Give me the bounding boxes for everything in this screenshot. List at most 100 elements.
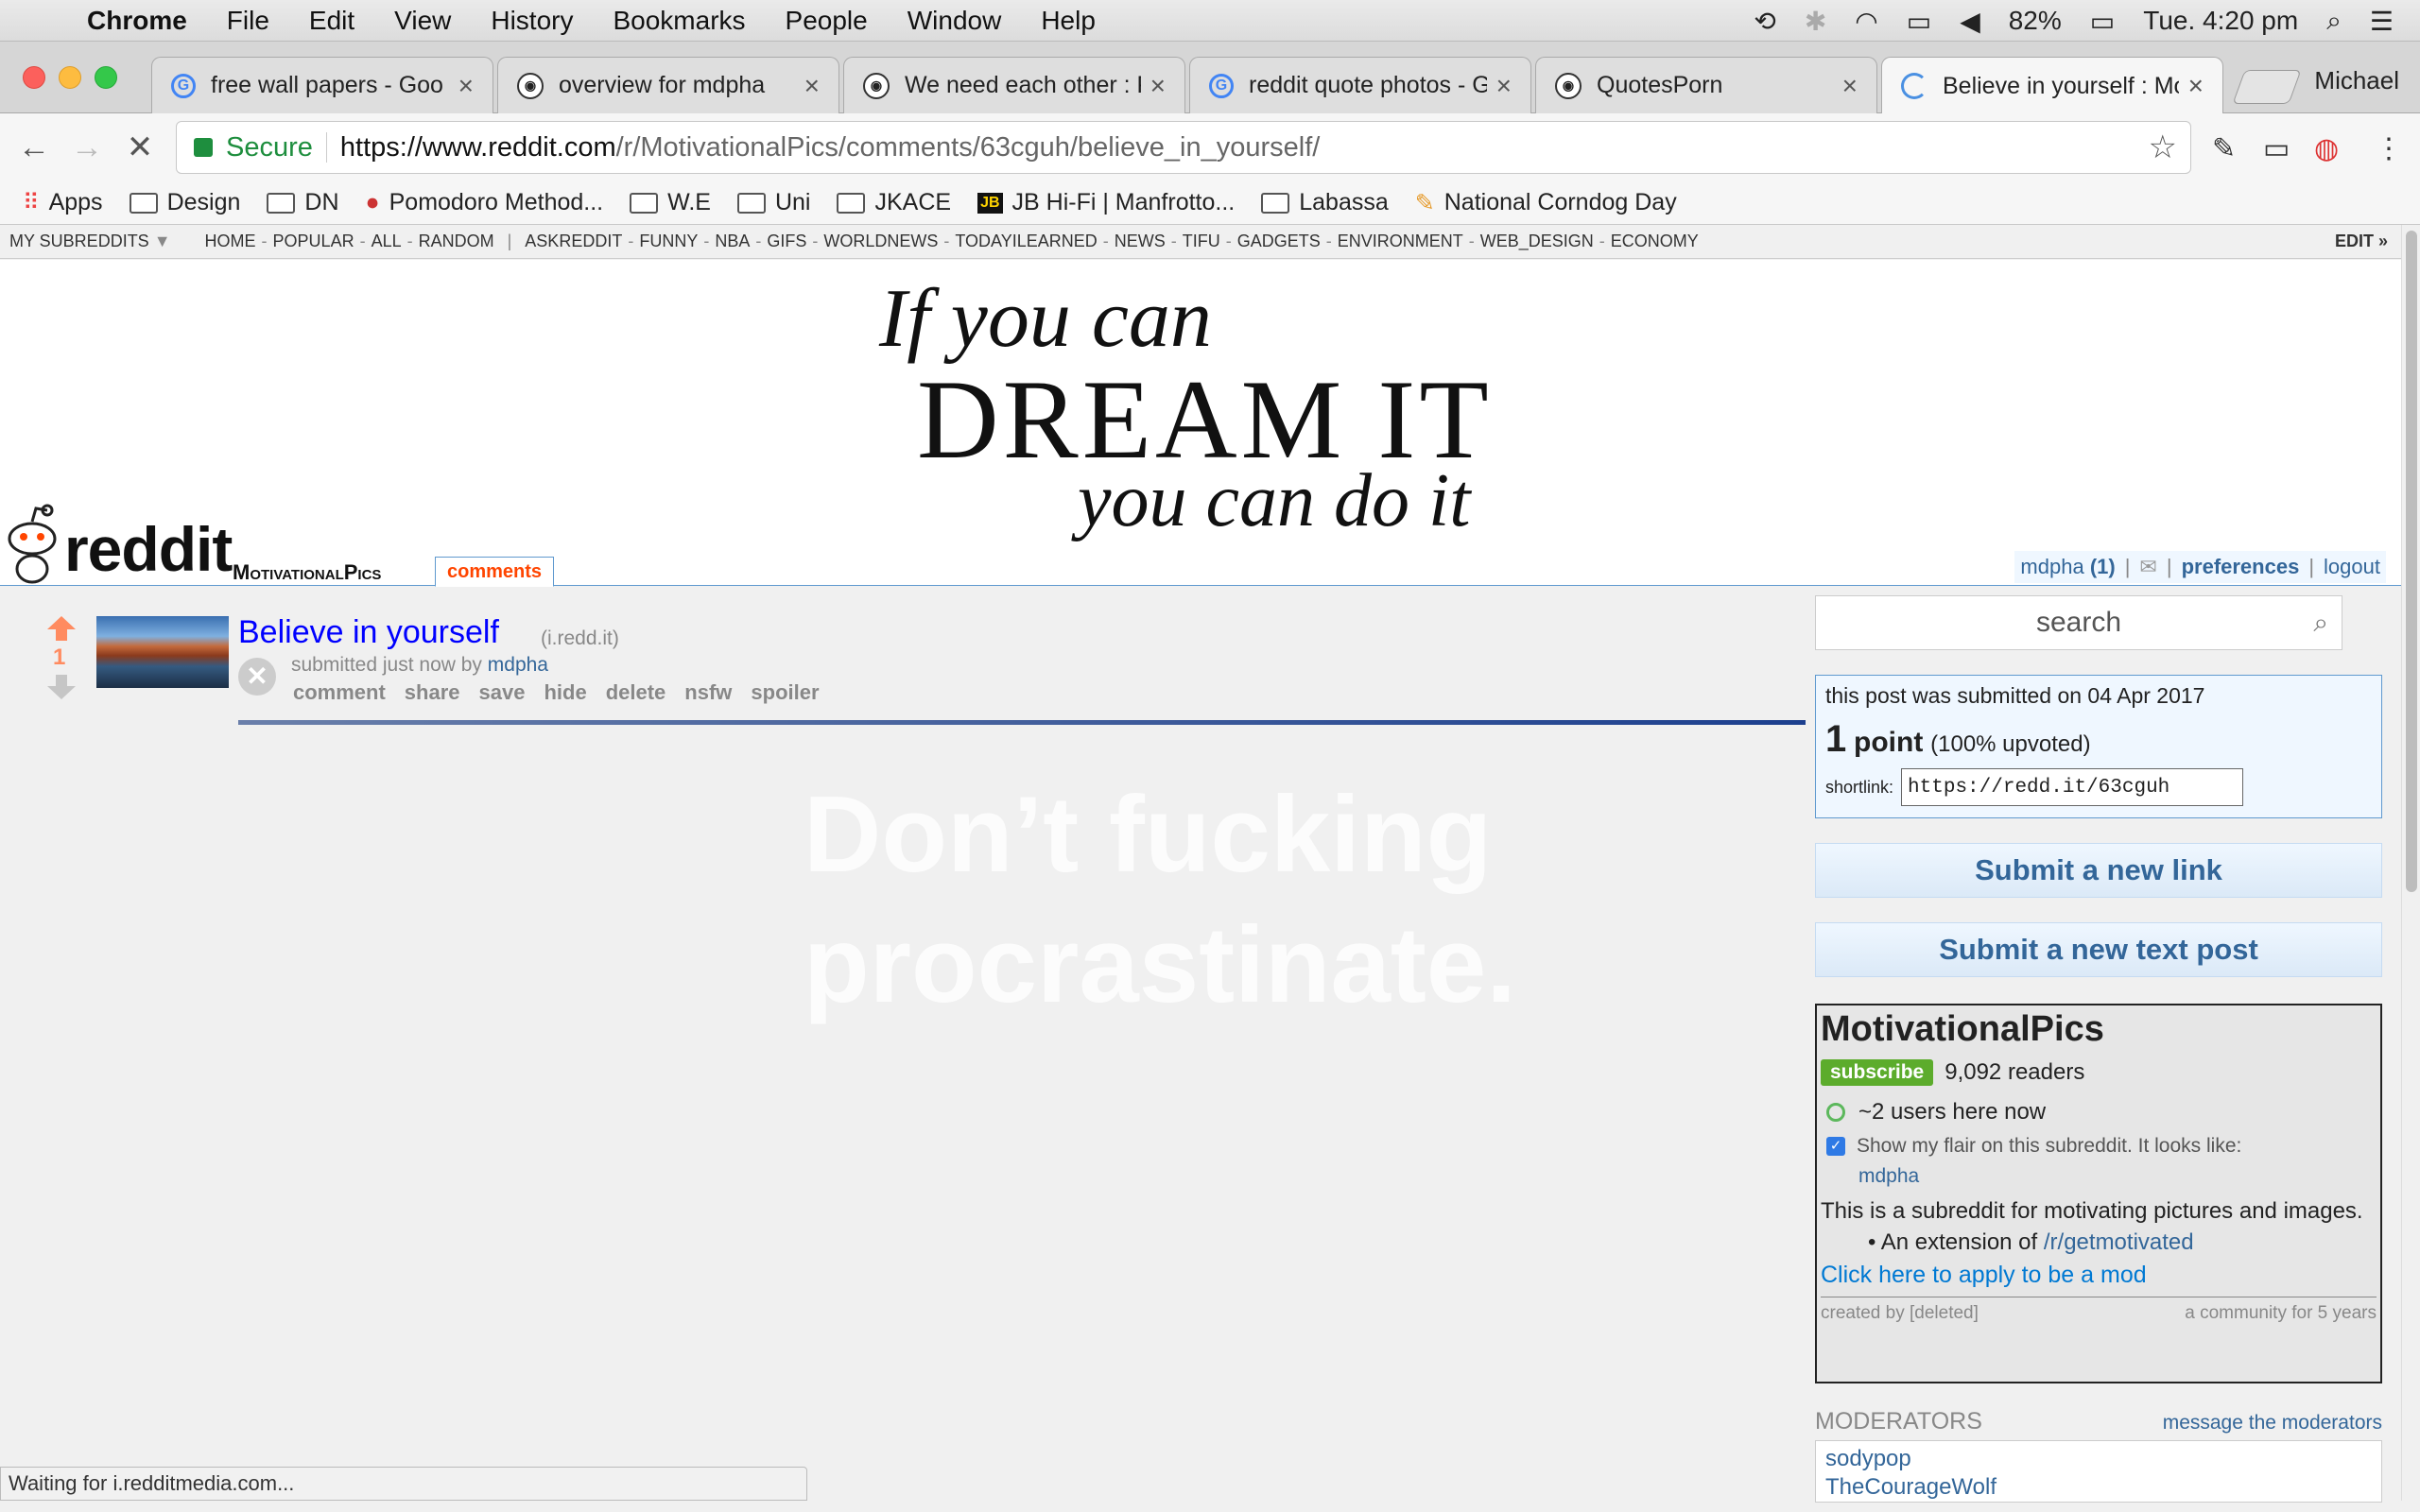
- close-tab-icon[interactable]: ×: [1842, 71, 1858, 101]
- shortlink-field[interactable]: https://redd.it/63cguh: [1901, 768, 2244, 806]
- close-tab-icon[interactable]: ×: [2188, 71, 2204, 101]
- preferences-link[interactable]: preferences: [2182, 555, 2300, 579]
- post-title-link[interactable]: Believe in yourself: [238, 614, 499, 651]
- cast-icon[interactable]: ▭: [2263, 132, 2290, 165]
- srbar-news[interactable]: NEWS: [1115, 232, 1166, 251]
- srbar-economy[interactable]: ECONOMY: [1611, 232, 1699, 251]
- bookmark-star-icon[interactable]: ☆: [2149, 129, 2177, 166]
- bluetooth-icon[interactable]: ✱: [1805, 6, 1826, 37]
- chrome-menu-icon[interactable]: ⋮: [2375, 132, 2403, 165]
- srbar-worldnews[interactable]: WORLDNEWS: [823, 232, 938, 251]
- bookmark-corndog[interactable]: ✎ National Corndog Day: [1415, 189, 1677, 217]
- zoom-window-button[interactable]: [95, 66, 117, 89]
- srbar-gifs[interactable]: GIFS: [767, 232, 806, 251]
- save-button[interactable]: save: [479, 680, 526, 705]
- address-bar[interactable]: Secure https://www.reddit.com /r/Motivat…: [176, 121, 2191, 174]
- adblock-extension-icon[interactable]: ◍: [2314, 132, 2339, 165]
- stop-loading-icon[interactable]: ✕: [113, 129, 166, 166]
- bookmark-we[interactable]: W.E: [630, 189, 711, 216]
- hide-button[interactable]: hide: [544, 680, 586, 705]
- bookmark-pomodoro[interactable]: ● Pomodoro Method...: [366, 189, 604, 216]
- menu-edit[interactable]: Edit: [309, 6, 354, 36]
- close-tab-icon[interactable]: ×: [1150, 71, 1166, 101]
- profile-name[interactable]: Michael: [2314, 66, 2399, 95]
- srbar-random[interactable]: RANDOM: [419, 232, 494, 251]
- wifi-icon[interactable]: ◠: [1855, 6, 1877, 37]
- menu-bookmarks[interactable]: Bookmarks: [613, 6, 745, 36]
- notification-center-icon[interactable]: ☰: [2370, 6, 2394, 37]
- srbar-tifu[interactable]: TIFU: [1183, 232, 1220, 251]
- srbar-popular[interactable]: POPULAR: [273, 232, 354, 251]
- close-window-button[interactable]: [23, 66, 45, 89]
- srbar-edit-link[interactable]: EDIT »: [2335, 232, 2388, 251]
- srbar-environment[interactable]: ENVIRONMENT: [1338, 232, 1463, 251]
- tab-reddit-quote-photos[interactable]: G reddit quote photos - G ×: [1189, 57, 1531, 113]
- upvote-arrow-icon[interactable]: [47, 616, 76, 641]
- menu-people[interactable]: People: [786, 6, 868, 36]
- bookmark-jkace[interactable]: JKACE: [837, 189, 951, 216]
- volume-icon[interactable]: ◀︎: [1960, 6, 1980, 37]
- menu-file[interactable]: File: [227, 6, 269, 36]
- menu-view[interactable]: View: [394, 6, 451, 36]
- battery-icon[interactable]: ▭: [2090, 6, 2115, 37]
- post-image-loading[interactable]: Don’t fucking procrastinate.: [804, 770, 1516, 1031]
- time-machine-icon[interactable]: ⟲: [1754, 6, 1775, 37]
- author-link[interactable]: mdpha: [488, 654, 548, 676]
- submit-text-button[interactable]: Submit a new text post: [1815, 922, 2382, 977]
- delete-button[interactable]: delete: [606, 680, 666, 705]
- scrollbar-thumb[interactable]: [2406, 231, 2417, 892]
- new-tab-button[interactable]: [2232, 70, 2302, 104]
- extension-icon[interactable]: ✎: [2212, 132, 2236, 165]
- menu-app-chrome[interactable]: Chrome: [87, 6, 187, 36]
- srbar-home[interactable]: HOME: [205, 232, 256, 251]
- moderator-link[interactable]: TheCourageWolf: [1825, 1473, 2372, 1502]
- srbar-web-design[interactable]: WEB_DESIGN: [1480, 232, 1594, 251]
- srbar-nba[interactable]: NBA: [715, 232, 750, 251]
- subreddit-title[interactable]: MotivationalPics: [1821, 1009, 2377, 1050]
- subscribe-button[interactable]: subscribe: [1821, 1059, 1934, 1086]
- menu-help[interactable]: Help: [1041, 6, 1096, 36]
- tab-free-wall-papers[interactable]: G free wall papers - Goo ×: [151, 57, 493, 113]
- search-icon[interactable]: ⌕: [2313, 608, 2328, 639]
- bookmark-dn[interactable]: DN: [267, 189, 339, 216]
- flair-name[interactable]: mdpha: [1858, 1165, 2377, 1188]
- nsfw-button[interactable]: nsfw: [684, 680, 732, 705]
- menu-history[interactable]: History: [491, 6, 573, 36]
- minimize-window-button[interactable]: [59, 66, 81, 89]
- page-scrollbar[interactable]: [2401, 225, 2420, 1501]
- spotlight-search-icon[interactable]: ⌕: [2326, 6, 2342, 37]
- close-tab-icon[interactable]: ×: [1496, 71, 1512, 101]
- tab-overview-mdpha[interactable]: ◉ overview for mdpha ×: [497, 57, 839, 113]
- tab-comments[interactable]: comments: [435, 557, 555, 587]
- my-subreddits-dropdown[interactable]: MY SUBREDDITS ▼: [9, 232, 171, 251]
- search-input[interactable]: search ⌕: [1815, 595, 2342, 650]
- bookmark-labassa[interactable]: Labassa: [1261, 189, 1389, 216]
- forward-arrow-icon[interactable]: →: [60, 129, 113, 166]
- collapse-expando-icon[interactable]: ✕: [238, 658, 276, 696]
- message-moderators-link[interactable]: message the moderators: [2163, 1412, 2382, 1435]
- logout-link[interactable]: logout: [2324, 555, 2380, 579]
- snoo-mascot-icon[interactable]: [4, 501, 60, 586]
- menu-window[interactable]: Window: [908, 6, 1002, 36]
- comment-button[interactable]: comment: [293, 680, 386, 705]
- getmotivated-link[interactable]: /r/getmotivated: [2044, 1229, 2194, 1255]
- apply-mod-link[interactable]: Click here to apply to be a mod: [1821, 1262, 2377, 1289]
- flair-checkbox[interactable]: ✓: [1826, 1137, 1845, 1156]
- moderator-link[interactable]: sodypop: [1825, 1445, 2372, 1473]
- close-tab-icon[interactable]: ×: [458, 71, 474, 101]
- subreddit-name-link[interactable]: MotivationalPics: [233, 560, 381, 585]
- clock[interactable]: Tue. 4:20 pm: [2143, 6, 2298, 36]
- battery-percent[interactable]: 82%: [2009, 6, 2062, 36]
- bookmark-design[interactable]: Design: [129, 189, 240, 216]
- bookmark-apps[interactable]: ⠿ Apps: [23, 189, 103, 216]
- srbar-funny[interactable]: FUNNY: [639, 232, 698, 251]
- tab-we-need-each-other[interactable]: ◉ We need each other : P ×: [843, 57, 1185, 113]
- username-link[interactable]: mdpha (1): [2020, 555, 2115, 579]
- bookmark-uni[interactable]: Uni: [736, 189, 810, 216]
- reddit-wordmark[interactable]: reddit: [64, 513, 233, 585]
- share-button[interactable]: share: [405, 680, 460, 705]
- post-domain[interactable]: (i.redd.it): [541, 627, 619, 650]
- post-thumbnail[interactable]: [96, 616, 229, 688]
- tab-believe-in-yourself[interactable]: Believe in yourself : Mo ×: [1881, 57, 2223, 114]
- tab-quotesporn[interactable]: ◉ QuotesPorn ×: [1535, 57, 1877, 113]
